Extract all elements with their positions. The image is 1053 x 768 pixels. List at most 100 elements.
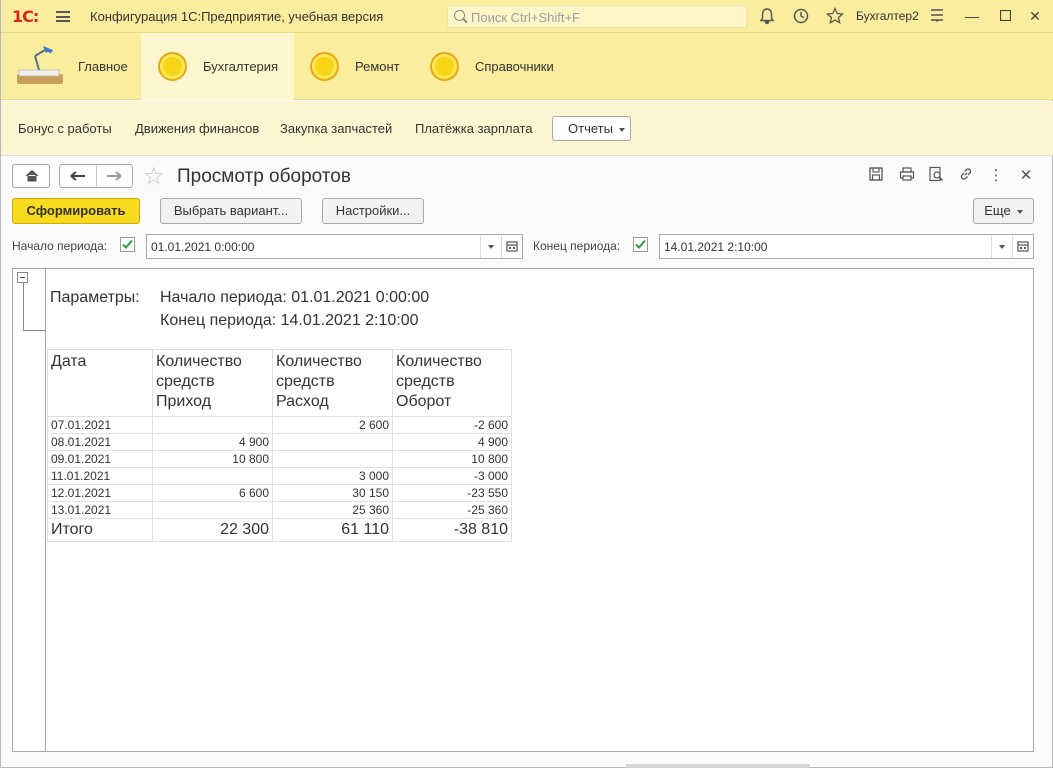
period-end-dropdown[interactable] bbox=[991, 235, 1011, 258]
reports-dropdown-button[interactable]: Отчеты bbox=[552, 116, 631, 141]
sections-panel: Главное Бухгалтерия Ремонт Справочники bbox=[1, 33, 1053, 100]
arrow-right-icon bbox=[107, 171, 122, 181]
current-user[interactable]: Бухгалтер2 bbox=[856, 9, 919, 23]
favorites-star-icon[interactable] bbox=[825, 6, 845, 27]
cell-income bbox=[152, 467, 273, 485]
chevron-down-icon bbox=[1016, 209, 1023, 214]
more-actions-button[interactable]: Еще bbox=[973, 198, 1034, 224]
section-circle-icon bbox=[430, 52, 459, 81]
cell-turnover: -23 550 bbox=[392, 484, 512, 502]
report-table: Дата Количество средств Приход Количество с… bbox=[47, 349, 512, 542]
report-document[interactable]: Параметры: Начало периода: 01.01.2021 0:… bbox=[12, 268, 1034, 752]
generate-button[interactable]: Сформировать bbox=[12, 198, 140, 224]
preview-icon[interactable] bbox=[926, 166, 946, 186]
table-row[interactable]: 13.01.2021 25 360 -25 360 bbox=[47, 501, 512, 519]
params-label: Параметры: bbox=[50, 289, 140, 306]
close-window-icon[interactable]: ✕ bbox=[1025, 6, 1045, 26]
cell-income: 6 600 bbox=[152, 484, 273, 502]
period-end-label: Конец периода: bbox=[533, 239, 621, 253]
command-link-work-bonus[interactable]: Бонус с работы bbox=[18, 121, 112, 136]
section-circle-icon bbox=[310, 52, 339, 81]
header-expense: Количество средств Расход bbox=[272, 349, 393, 417]
more-vertical-icon[interactable]: ⋮ bbox=[986, 166, 1006, 186]
home-button[interactable] bbox=[12, 164, 50, 188]
table-row[interactable]: 11.01.2021 3 000 -3 000 bbox=[47, 467, 512, 485]
bell-icon[interactable] bbox=[757, 7, 777, 27]
bottom-scroll-tab[interactable] bbox=[626, 764, 810, 768]
cell-income: 4 900 bbox=[152, 433, 273, 451]
calendar-icon[interactable] bbox=[1012, 235, 1032, 258]
section-label: Справочники bbox=[475, 59, 554, 74]
param-period-start: Начало периода: 01.01.2021 0:00:00 bbox=[160, 289, 430, 306]
favorite-star-icon[interactable]: ☆ bbox=[143, 162, 165, 191]
cell-turnover: -3 000 bbox=[392, 467, 512, 485]
cell-date: 07.01.2021 bbox=[47, 416, 153, 434]
period-end-value: 14.01.2021 2:10:00 bbox=[664, 240, 768, 254]
command-link-finance-movements[interactable]: Движения финансов bbox=[135, 121, 259, 136]
settings-button[interactable]: Настройки... bbox=[322, 198, 424, 224]
calendar-icon[interactable] bbox=[501, 235, 521, 258]
cell-expense: 25 360 bbox=[272, 501, 393, 519]
total-row[interactable]: Итого 22 300 61 110 -38 810 bbox=[47, 518, 512, 542]
report-gutter bbox=[45, 269, 46, 751]
section-main[interactable]: Главное bbox=[1, 33, 141, 100]
param-period-end: Конец периода: 14.01.2021 2:10:00 bbox=[160, 312, 419, 329]
table-row[interactable]: 08.01.2021 4 900 4 900 bbox=[47, 433, 512, 451]
commands-panel: Бонус с работы Движения финансов Закупка… bbox=[1, 101, 1053, 156]
cell-turnover: 4 900 bbox=[392, 433, 512, 451]
history-icon[interactable] bbox=[791, 7, 811, 27]
table-row[interactable]: 12.01.2021 6 600 30 150 -23 550 bbox=[47, 484, 512, 502]
chevron-down-icon bbox=[618, 127, 625, 132]
app-window: 1С: Конфигурация 1С:Предприятие, учебная… bbox=[0, 0, 1053, 768]
section-label: Бухгалтерия bbox=[203, 59, 279, 74]
period-start-label: Начало периода: bbox=[12, 239, 108, 253]
reports-label: Отчеты bbox=[568, 121, 613, 136]
collapse-group-icon[interactable] bbox=[17, 272, 28, 283]
back-button[interactable] bbox=[60, 165, 96, 187]
choose-variant-button[interactable]: Выбрать вариант... bbox=[160, 198, 302, 224]
save-icon[interactable] bbox=[866, 166, 886, 186]
1c-logo: 1С: bbox=[12, 7, 39, 26]
close-form-icon[interactable]: ✕ bbox=[1016, 166, 1036, 186]
command-link-parts-purchase[interactable]: Закупка запчастей bbox=[280, 121, 392, 136]
cell-income: 10 800 bbox=[152, 450, 273, 468]
search-input[interactable]: Поиск Ctrl+Shift+F bbox=[447, 5, 747, 28]
forward-button[interactable] bbox=[97, 165, 132, 187]
table-row[interactable]: 09.01.2021 10 800 10 800 bbox=[47, 450, 512, 468]
table-row[interactable]: 07.01.2021 2 600 -2 600 bbox=[47, 416, 512, 434]
main-menu-icon[interactable] bbox=[56, 11, 70, 22]
period-start-field[interactable]: 01.01.2021 0:00:00 bbox=[146, 234, 523, 259]
settings-menu-icon[interactable] bbox=[927, 7, 947, 27]
cell-income bbox=[152, 416, 273, 434]
period-start-dropdown[interactable] bbox=[480, 235, 500, 258]
section-directories[interactable]: Справочники bbox=[414, 33, 574, 100]
search-placeholder: Поиск Ctrl+Shift+F bbox=[471, 10, 580, 25]
header-date: Дата bbox=[47, 349, 153, 417]
section-accounting[interactable]: Бухгалтерия bbox=[141, 33, 294, 100]
period-end-field[interactable]: 14.01.2021 2:10:00 bbox=[659, 234, 1034, 259]
link-icon[interactable] bbox=[956, 166, 976, 186]
maximize-icon[interactable] bbox=[995, 6, 1015, 26]
period-start-checkbox[interactable] bbox=[120, 237, 135, 252]
chevron-down-icon bbox=[488, 245, 494, 249]
cell-date: 11.01.2021 bbox=[47, 467, 153, 485]
total-turnover: -38 810 bbox=[392, 518, 512, 542]
cell-expense bbox=[272, 433, 393, 451]
section-circle-icon bbox=[158, 52, 187, 81]
header-turnover: Количество средств Оборот bbox=[392, 349, 512, 417]
cell-expense: 2 600 bbox=[272, 416, 393, 434]
history-nav-group bbox=[59, 164, 133, 188]
section-label: Главное bbox=[78, 59, 128, 74]
total-label: Итого bbox=[47, 518, 153, 542]
total-expense: 61 110 bbox=[272, 518, 393, 542]
section-repair[interactable]: Ремонт bbox=[294, 33, 414, 100]
cell-date: 13.01.2021 bbox=[47, 501, 153, 519]
more-actions-label: Еще bbox=[984, 203, 1011, 218]
title-bar: 1С: Конфигурация 1С:Предприятие, учебная… bbox=[1, 0, 1053, 33]
period-end-checkbox[interactable] bbox=[633, 237, 648, 252]
print-icon[interactable] bbox=[897, 166, 917, 186]
command-link-salary-payment[interactable]: Платёжка зарплата bbox=[415, 121, 533, 136]
cell-expense: 30 150 bbox=[272, 484, 393, 502]
period-start-value: 01.01.2021 0:00:00 bbox=[151, 240, 255, 254]
minimize-icon[interactable]: — bbox=[962, 6, 982, 26]
